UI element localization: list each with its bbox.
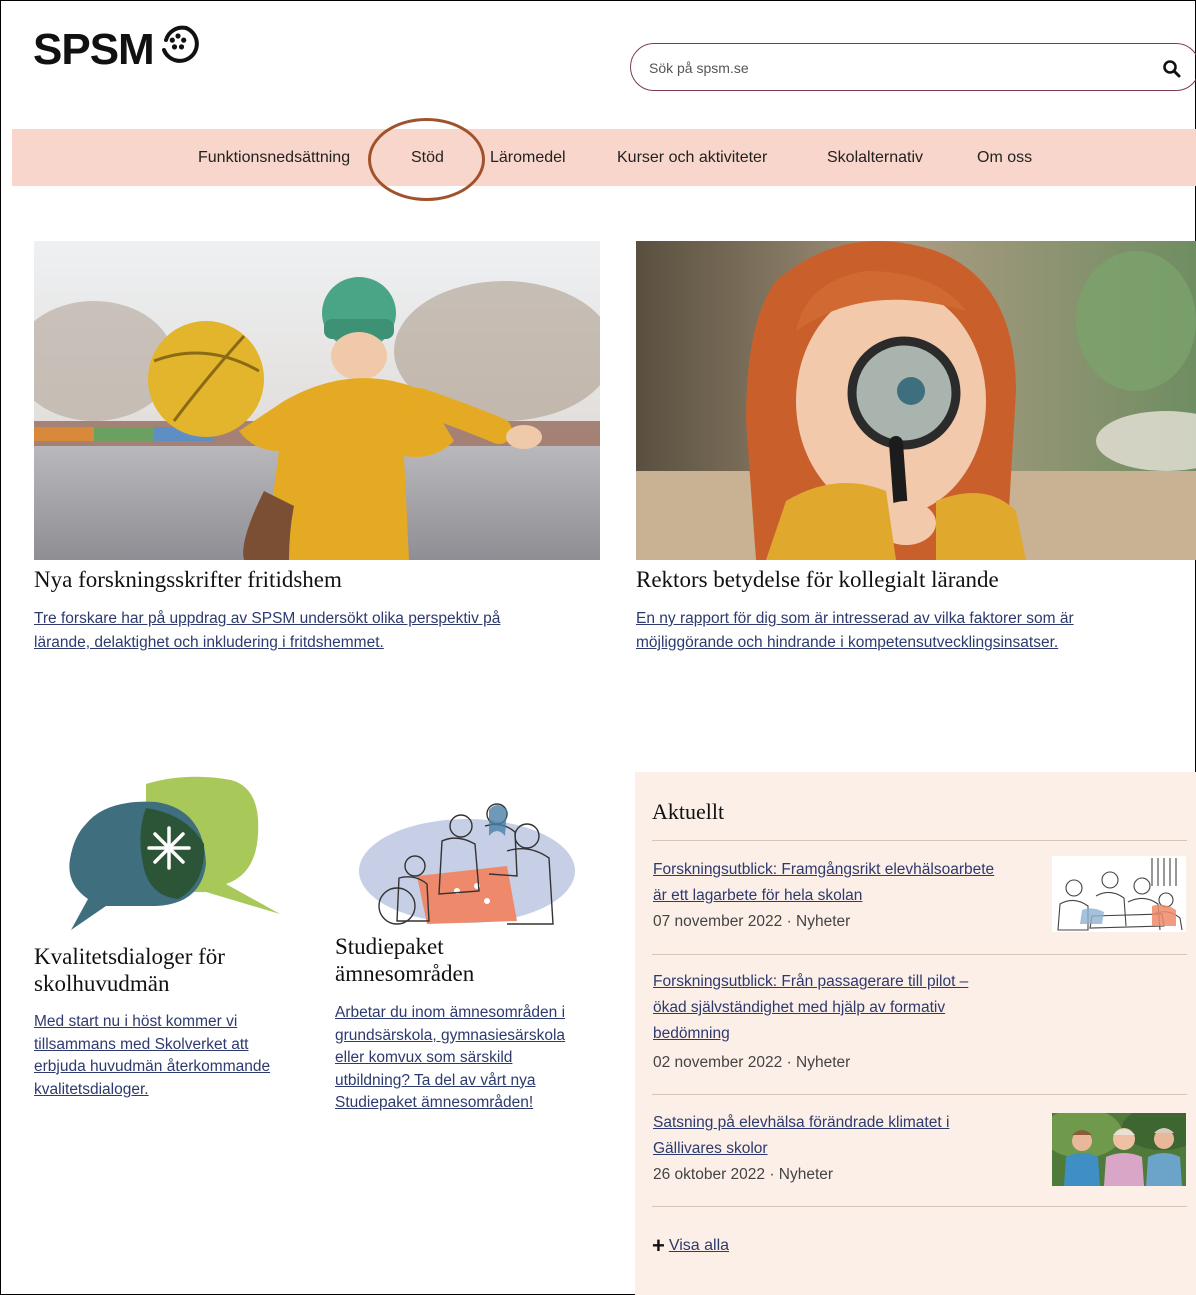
card-link-1-line: Med start nu i höst kommer vi (34, 1013, 238, 1030)
nav-item-kurser-och-aktiviteter[interactable]: Kurser och aktiviteter (617, 149, 767, 167)
card-link-2-line: Arbetar du inom ämnesområden i (335, 1004, 566, 1021)
news-item-link-2-line: Forskningsutblick: Från passagerare till… (653, 973, 969, 990)
news-thumbnail-sketch[interactable] (1052, 856, 1186, 932)
card-link-1[interactable]: Med start nu i höst kommer vi tillsamman… (34, 1011, 270, 1101)
nav-item-laromedel[interactable]: Läromedel (490, 149, 566, 167)
feature-title-1: Nya forskningsskrifter fritidshem (34, 567, 342, 592)
feature-title-2: Rektors betydelse för kollegialt lärande (636, 567, 999, 592)
feature-link-1-line: Tre forskare har på uppdrag av SPSM unde… (34, 610, 501, 627)
news-heading: Aktuellt (652, 799, 725, 824)
spsm-logo[interactable]: SPSM (33, 25, 200, 74)
logo-flower-icon (161, 25, 199, 63)
card-title-2-line: ämnesområden (335, 961, 475, 986)
news-thumbnail-photo[interactable] (1052, 1113, 1186, 1186)
card-link-2-line: utbildning? Ta del av vårt nya (335, 1071, 536, 1089)
feature-link-2-line: möjliggörande och hindrande i kompetensu… (636, 634, 1059, 651)
news-item-link-3-line: Satsning på elevhälsa förändrade klimate… (653, 1114, 950, 1131)
card-title-2-line: Studiepaket (335, 934, 444, 959)
card-link-1-line: kvalitetsdialoger. (34, 1080, 149, 1098)
news-item-link-1[interactable]: Forskningsutblick: Framgångsrikt elevhäl… (653, 857, 1043, 909)
news-item-link-1-line: Forskningsutblick: Framgångsrikt elevhäl… (653, 861, 995, 878)
news-item-link-3-line: Gällivares skolor (653, 1140, 768, 1157)
card-link-2-line: grundsärskola, gymnasiesärskola (335, 1026, 566, 1044)
feature-link-1[interactable]: Tre forskare har på uppdrag av SPSM unde… (34, 607, 500, 655)
news-item-meta-3: 26 oktober 2022 · Nyheter (653, 1166, 834, 1183)
divider (652, 954, 1187, 955)
card-link-2-line: Studiepaket ämnesområden! (335, 1094, 534, 1111)
card-link-2[interactable]: Arbetar du inom ämnesområden i grundsärs… (335, 1002, 565, 1115)
divider (652, 1206, 1187, 1207)
card-title-1: Kvalitetsdialoger för skolhuvudmän (34, 943, 225, 997)
hero-image-child-football[interactable] (34, 241, 600, 560)
nav-item-funktionsnedsattning[interactable]: Funktionsnedsättning (198, 149, 350, 167)
card-title-2: Studiepaket ämnesområden (335, 933, 474, 987)
show-all-link[interactable]: + Visa alla (652, 1235, 729, 1257)
main-navigation: Funktionsnedsättning Stöd Läromedel Kurs… (12, 129, 1196, 186)
nav-item-skolalternativ[interactable]: Skolalternativ (827, 149, 923, 167)
divider (652, 840, 1187, 841)
news-item-link-3[interactable]: Satsning på elevhälsa förändrade klimate… (653, 1110, 1043, 1162)
card-title-1-line: Kvalitetsdialoger för (34, 944, 225, 969)
search-box (630, 43, 1196, 91)
news-item-link-2-line: bedömning (653, 1025, 730, 1042)
feature-link-2[interactable]: En ny rapport för dig som är intresserad… (636, 607, 1074, 655)
people-around-table-illustration (359, 803, 575, 925)
show-all-label[interactable]: Visa alla (669, 1237, 729, 1255)
speech-bubbles-illustration (69, 776, 280, 930)
highlight-circle-annotation (368, 118, 485, 201)
plus-icon: + (652, 1233, 665, 1258)
logo-wordmark: SPSM (33, 25, 155, 74)
news-item-meta-1: 07 november 2022 · Nyheter (653, 913, 851, 930)
news-item-link-2[interactable]: Forskningsutblick: Från passagerare till… (653, 969, 1043, 1047)
nav-item-om-oss[interactable]: Om oss (977, 149, 1032, 167)
news-item-link-2-line: ökad självständighet med hjälp av format… (653, 999, 946, 1016)
feature-link-2-line: En ny rapport för dig som är intresserad… (636, 610, 1074, 627)
card-link-1-line: erbjuda huvudmän återkommande (34, 1058, 271, 1075)
divider (652, 1094, 1187, 1095)
news-item-meta-2: 02 november 2022 · Nyheter (653, 1054, 851, 1071)
search-input[interactable] (647, 56, 1131, 80)
search-icon[interactable] (1161, 58, 1183, 80)
news-item-link-1-line: är ett lagarbete för hela skolan (653, 887, 863, 904)
news-panel: Aktuellt Forskningsutblick: Framgångsrik… (635, 772, 1196, 1295)
card-link-1-line: tillsammans med Skolverket att (34, 1035, 249, 1053)
card-link-2-line: eller komvux som särskild (335, 1049, 513, 1066)
card-title-1-line: skolhuvudmän (34, 971, 170, 996)
hero-image-girl-magnifier[interactable] (636, 241, 1196, 560)
feature-link-1-line: lärande, delaktighet och inkludering i f… (34, 634, 384, 651)
